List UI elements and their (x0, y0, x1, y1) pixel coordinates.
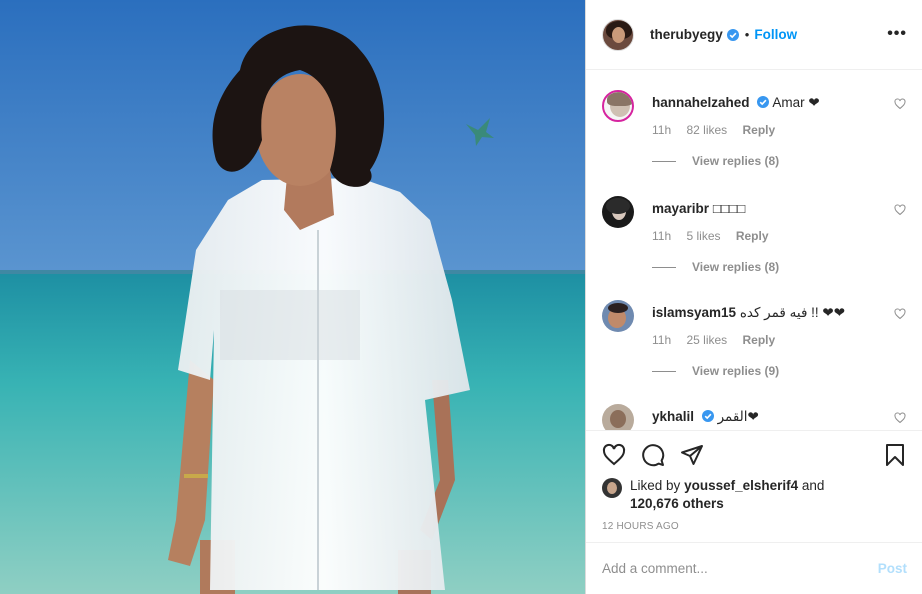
separator-dot: • (744, 27, 750, 42)
view-replies-label: View replies (8) (692, 154, 780, 168)
comment-item: mayaribr □□□□ 11h 5 likes Reply View rep… (602, 196, 912, 296)
add-comment-bar: Post (586, 542, 922, 594)
view-replies-button[interactable]: View replies (9) (652, 364, 779, 378)
replies-divider (652, 160, 676, 162)
comment-item: islamsyam15 فيه قمر كده !! ❤❤ 11h 25 lik… (602, 300, 912, 400)
commenter-avatar[interactable] (602, 196, 634, 228)
commenter-avatar[interactable] (602, 90, 634, 122)
liked-by-prefix: Liked by (630, 478, 681, 493)
comment-text: Amar ❤ (772, 95, 820, 110)
heart-icon[interactable] (894, 412, 906, 424)
follow-button[interactable]: Follow (754, 27, 797, 42)
like-heart-icon[interactable] (602, 443, 626, 467)
author-username[interactable]: therubyegy (650, 27, 723, 42)
view-replies-button[interactable]: View replies (8) (652, 260, 779, 274)
comment-text: □□□□ (712, 201, 746, 216)
verified-badge-icon (701, 410, 714, 422)
comment-time[interactable]: 11h (652, 333, 671, 347)
verified-badge-icon (726, 28, 739, 41)
commenter-username[interactable]: ykhalil (652, 409, 694, 424)
post-photo[interactable] (0, 0, 585, 594)
comment-time[interactable]: 11h (652, 229, 671, 243)
comment-bubble-icon[interactable] (641, 443, 665, 467)
post-timestamp[interactable]: 12 HOURS AGO (602, 521, 679, 532)
heart-icon[interactable] (894, 98, 906, 110)
comment-input[interactable] (602, 561, 878, 576)
liker-username[interactable]: youssef_elsherif4 (684, 478, 798, 493)
reply-button[interactable]: Reply (743, 123, 776, 137)
commenter-avatar[interactable] (602, 300, 634, 332)
replies-divider (652, 370, 676, 372)
comment-text: القمر❤ (717, 409, 759, 424)
commenter-username[interactable]: islamsyam15 (652, 305, 736, 320)
reply-button[interactable]: Reply (736, 229, 769, 243)
replies-divider (652, 266, 676, 268)
post-side-panel: therubyegy • Follow ••• hannahelzahed Am… (585, 0, 922, 594)
commenter-avatar[interactable] (602, 404, 634, 430)
view-replies-label: View replies (9) (692, 364, 780, 378)
comment-likes[interactable]: 82 likes (686, 123, 727, 137)
liked-by-and: and (801, 478, 825, 493)
liked-by-section[interactable]: Liked by youssef_elsherif4 and 120,676 o… (602, 477, 902, 513)
view-replies-label: View replies (8) (692, 260, 780, 274)
comment-time[interactable]: 11h (652, 123, 671, 137)
post-comment-button[interactable]: Post (878, 561, 907, 576)
verified-badge-icon (757, 96, 770, 108)
likes-count[interactable]: 120,676 others (630, 496, 724, 511)
commenter-username[interactable]: mayaribr (652, 201, 709, 216)
author-avatar[interactable] (602, 18, 634, 51)
liker-avatar[interactable] (602, 478, 622, 498)
share-send-icon[interactable] (680, 443, 704, 467)
heart-icon[interactable] (894, 204, 906, 216)
save-bookmark-icon[interactable] (883, 443, 907, 467)
post-header: therubyegy • Follow ••• (586, 0, 922, 70)
comment-likes[interactable]: 25 likes (686, 333, 727, 347)
post-actions: Liked by youssef_elsherif4 and 120,676 o… (586, 430, 922, 532)
view-replies-button[interactable]: View replies (8) (652, 154, 779, 168)
heart-icon[interactable] (894, 308, 906, 320)
photo-image (0, 0, 585, 594)
reply-button[interactable]: Reply (743, 333, 776, 347)
comment-item: ykhalil القمر❤ (602, 404, 912, 430)
more-options-icon[interactable]: ••• (887, 25, 907, 43)
comments-list[interactable]: hannahelzahed Amar ❤ 11h 82 likes Reply … (586, 70, 922, 430)
comment-item: hannahelzahed Amar ❤ 11h 82 likes Reply … (602, 90, 912, 190)
commenter-username[interactable]: hannahelzahed (652, 95, 750, 110)
comment-likes[interactable]: 5 likes (686, 229, 720, 243)
comment-text: فيه قمر كده !! ❤❤ (739, 305, 846, 320)
